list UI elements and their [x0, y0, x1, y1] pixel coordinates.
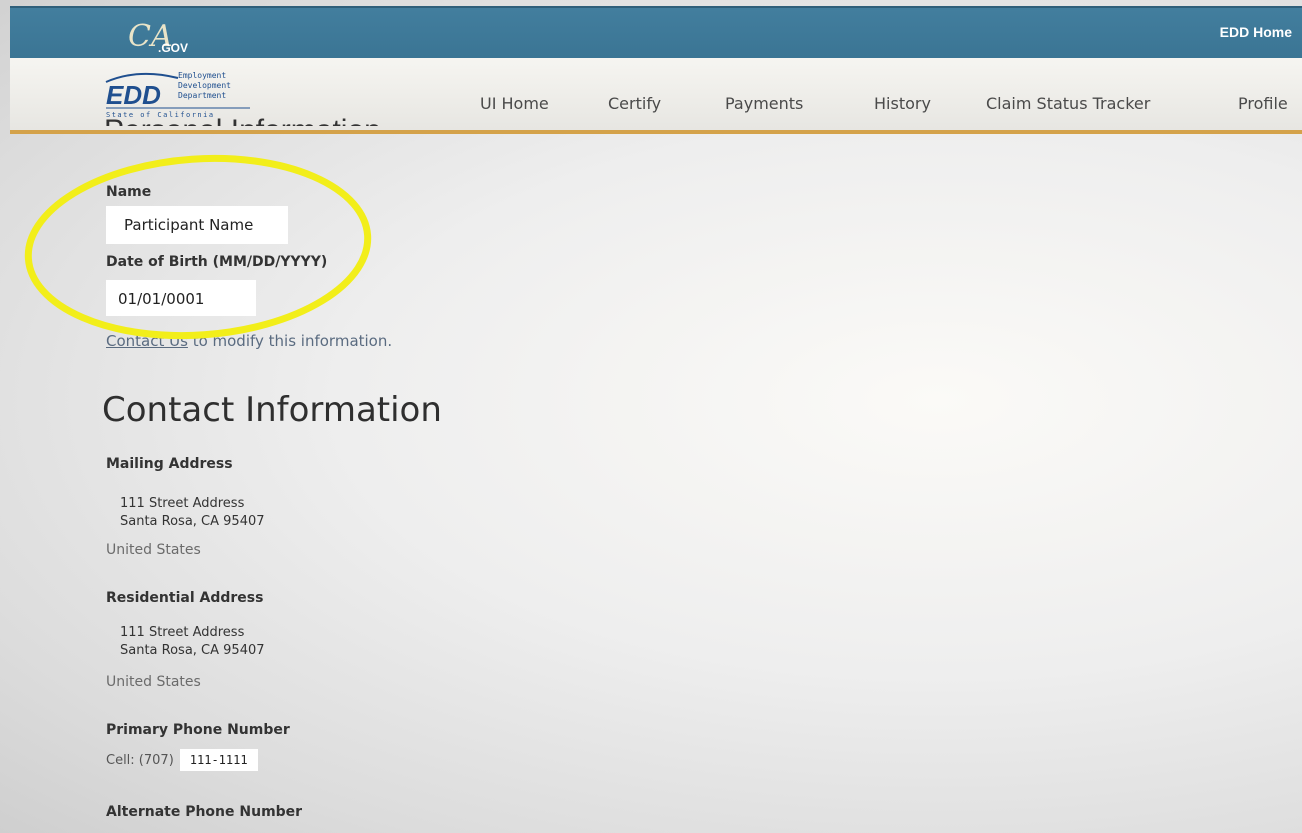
- dob-label: Date of Birth (MM/DD/YYYY): [106, 254, 328, 270]
- primary-phone-number: 111-1111: [179, 749, 258, 771]
- name-label: Name: [106, 184, 152, 200]
- nav-certify[interactable]: Certify: [608, 94, 661, 113]
- ca-gov-logo[interactable]: CA .GOV: [122, 14, 212, 56]
- dob-value: 01/01/0001: [106, 280, 256, 316]
- personal-information-heading: Personal Information: [104, 114, 381, 126]
- contact-information-heading: Contact Information: [102, 390, 442, 430]
- nav-profile[interactable]: Profile: [1238, 94, 1288, 113]
- primary-phone-label: Primary Phone Number: [106, 722, 290, 738]
- modify-info-suffix: to modify this information.: [187, 332, 393, 350]
- contact-us-link[interactable]: Contact Us: [106, 332, 188, 350]
- primary-phone-prefix: Cell: (707): [106, 753, 174, 768]
- edd-home-link[interactable]: EDD Home: [1220, 24, 1292, 40]
- modify-info-text: Contact Us to modify this information.: [106, 332, 392, 350]
- svg-text:.GOV: .GOV: [158, 41, 188, 55]
- mailing-address-country: United States: [106, 542, 201, 558]
- mailing-address-label: Mailing Address: [106, 456, 233, 472]
- residential-address-label: Residential Address: [106, 590, 264, 606]
- residential-address-line2: Santa Rosa, CA 95407: [120, 643, 265, 658]
- nav-payments[interactable]: Payments: [725, 94, 803, 113]
- edd-logo-line1: Employment: [178, 71, 226, 80]
- edd-logo-abbrev: EDD: [106, 80, 161, 110]
- edd-logo-line2: Development: [178, 81, 231, 90]
- state-header-bar: CA .GOV EDD Home: [10, 6, 1302, 58]
- edd-logo-line3: Department: [178, 91, 226, 100]
- edd-logo[interactable]: EDD Employment Development Department St…: [98, 64, 278, 120]
- residential-address-line1: 111 Street Address: [120, 625, 245, 640]
- name-value: Participant Name: [106, 206, 288, 244]
- nav-claim-status-tracker[interactable]: Claim Status Tracker: [986, 94, 1150, 113]
- mailing-address-line1: 111 Street Address: [120, 496, 245, 511]
- alternate-phone-label: Alternate Phone Number: [106, 804, 303, 820]
- nav-ui-home[interactable]: UI Home: [480, 94, 549, 113]
- primary-phone-value: Cell: (707) 111-1111: [106, 749, 258, 771]
- mailing-address-line2: Santa Rosa, CA 95407: [120, 514, 265, 529]
- residential-address-country: United States: [106, 674, 201, 690]
- nav-history[interactable]: History: [874, 94, 931, 113]
